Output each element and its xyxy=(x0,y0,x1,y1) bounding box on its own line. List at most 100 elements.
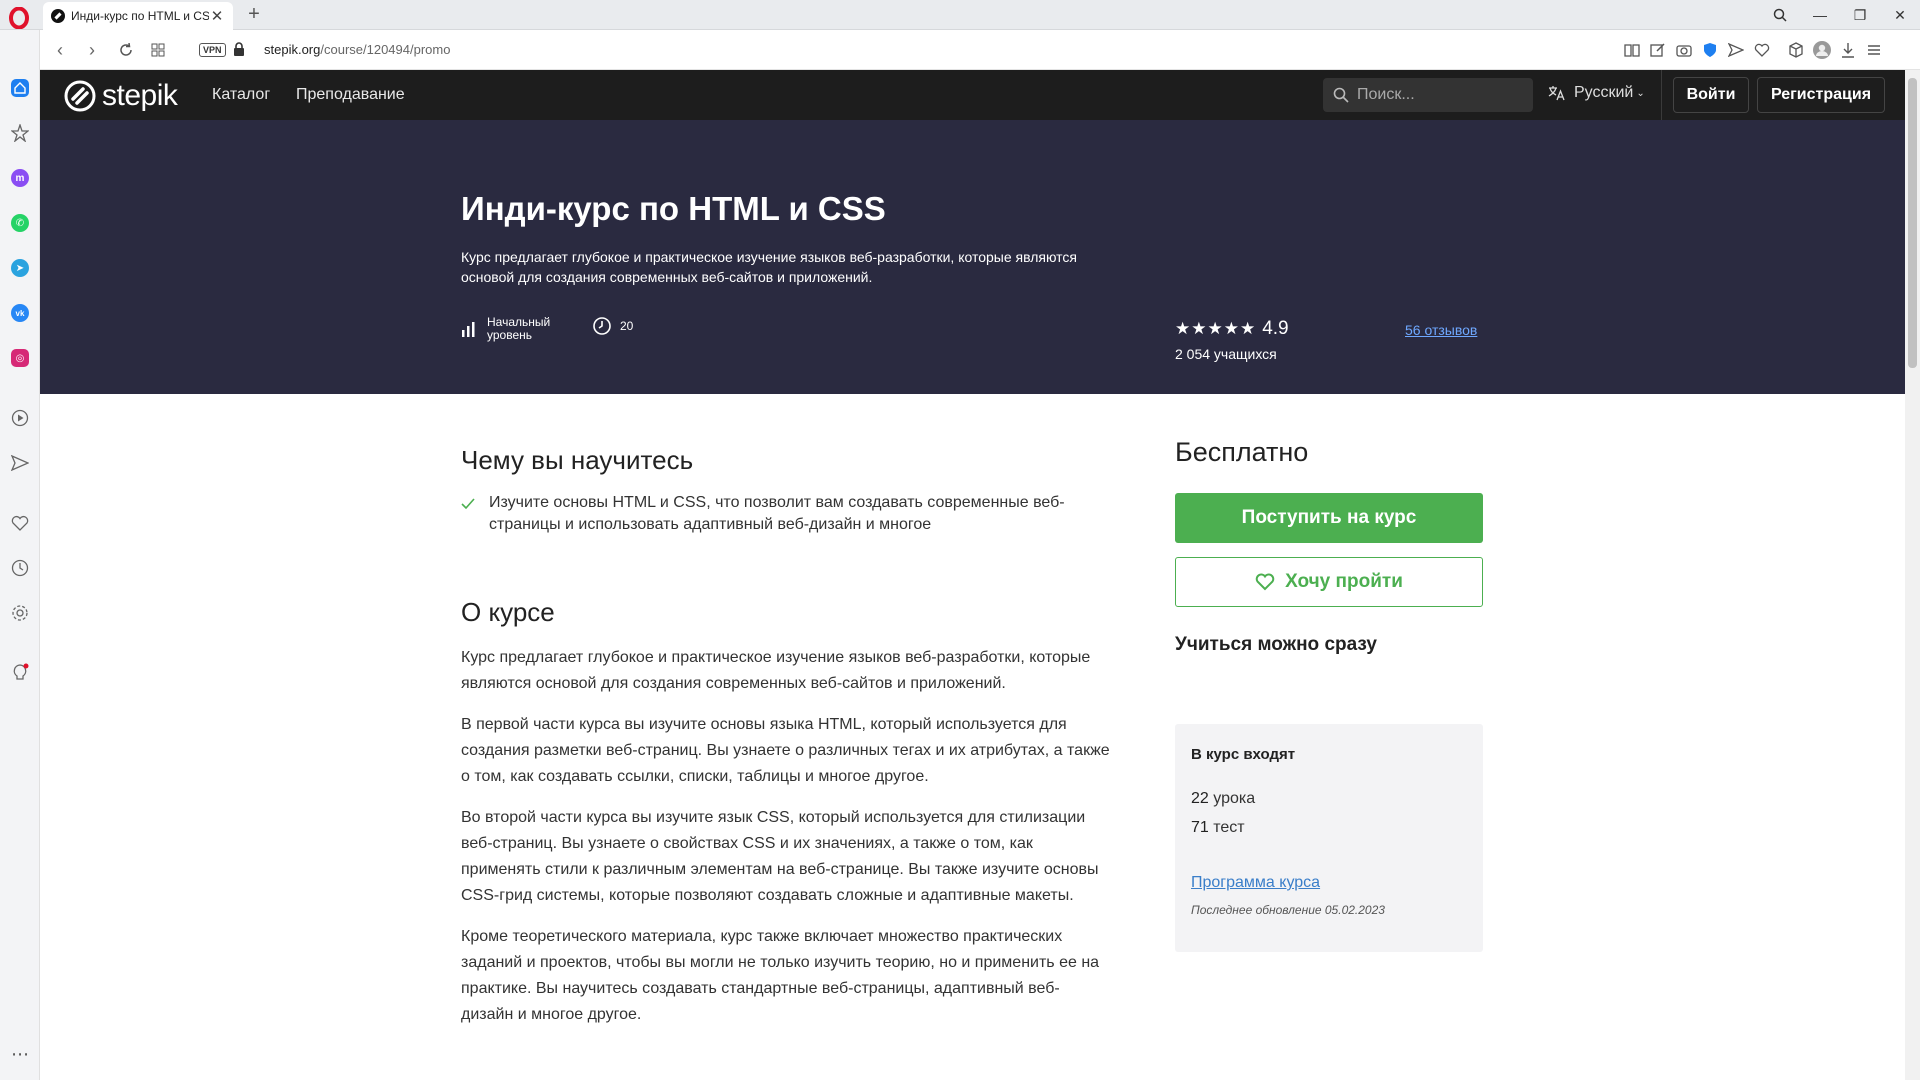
course-level: Начальный уровень xyxy=(461,316,550,342)
level-bars-icon xyxy=(462,322,475,337)
wishlist-button[interactable]: Хочу пройти xyxy=(1175,557,1483,607)
scrollbar-thumb[interactable] xyxy=(1908,78,1917,368)
site-header: stepik Каталог Преподавание Русский ⌄ Во… xyxy=(40,70,1905,120)
learn-list-item: Изучите основы HTML и CSS, что позволит … xyxy=(461,492,1101,536)
learn-heading: Чему вы научитесь xyxy=(461,445,694,475)
program-link[interactable]: Программа курса xyxy=(1191,874,1320,892)
vpn-badge[interactable]: VPN xyxy=(199,43,226,57)
lock-icon[interactable] xyxy=(233,42,245,56)
hours-value: 20 xyxy=(620,319,634,333)
shield-icon[interactable] xyxy=(1700,40,1720,60)
tab-close-icon[interactable]: ✕ xyxy=(209,7,225,25)
forward-button[interactable]: › xyxy=(80,38,104,62)
learners-count: 2 054 учащихся xyxy=(1175,346,1277,362)
tab-title: Инди-курс по HTML и CSS xyxy=(71,9,209,23)
new-tab-button[interactable]: + xyxy=(244,3,264,26)
sidebar-whatsapp-icon[interactable]: ✆ xyxy=(8,211,32,235)
register-button[interactable]: Регистрация xyxy=(1757,77,1885,113)
sidebar-telegram-icon[interactable]: ➤ xyxy=(8,256,32,280)
close-window-button[interactable]: ✕ xyxy=(1882,0,1918,30)
snapshot-icon[interactable] xyxy=(1674,40,1694,60)
minimize-button[interactable]: — xyxy=(1802,0,1838,30)
sidebar-history-icon[interactable] xyxy=(8,556,32,580)
chevron-down-icon: ⌄ xyxy=(1636,87,1645,99)
lessons-number: 22 xyxy=(1191,790,1209,807)
tab-strip: Инди-курс по HTML и CSS ✕ + — ❐ ✕ xyxy=(0,0,1920,30)
sidebar-tips-icon[interactable] xyxy=(8,661,32,685)
sidebar-heart-icon[interactable] xyxy=(8,511,32,535)
about-paragraph: Во второй части курса вы изучите язык CS… xyxy=(461,809,1099,904)
sidebar-player-icon[interactable] xyxy=(8,406,32,430)
about-paragraph: В первой части курса вы изучите основы я… xyxy=(461,716,1110,785)
profile-avatar-icon[interactable] xyxy=(1812,40,1832,60)
brand-name: stepik xyxy=(102,79,178,112)
opera-logo-icon[interactable] xyxy=(8,7,30,29)
download-icon[interactable] xyxy=(1838,40,1858,60)
extensions-cube-icon[interactable] xyxy=(1786,40,1806,60)
search-input[interactable] xyxy=(1357,86,1517,104)
opera-sidebar: m ✆ ➤ vk ◎ ⋯ xyxy=(0,30,40,1080)
nav-teaching[interactable]: Преподавание xyxy=(296,86,405,104)
about-paragraph: Курс предлагает глубокое и практическое … xyxy=(461,649,1091,692)
rating-value: 4.9 xyxy=(1262,318,1289,339)
lessons-count: 22 урока xyxy=(1191,790,1255,808)
sidebar-bookmarks-icon[interactable] xyxy=(8,121,32,145)
sidebar-more-icon[interactable]: ⋯ xyxy=(8,1042,32,1066)
stepik-logo-icon xyxy=(64,80,96,112)
url-host: stepik.org xyxy=(264,42,321,57)
rating-stars-icon: ★★★★★ xyxy=(1175,319,1257,338)
restore-button[interactable]: ❐ xyxy=(1842,0,1878,30)
clock-icon xyxy=(593,317,611,335)
course-title: Инди-курс по HTML и CSS xyxy=(461,190,886,227)
sidebar-home-icon[interactable] xyxy=(8,76,32,100)
back-button[interactable]: ‹ xyxy=(48,38,72,62)
page-scrollbar[interactable] xyxy=(1905,70,1920,1080)
web-page: stepik Каталог Преподавание Русский ⌄ Во… xyxy=(40,70,1905,1080)
course-hero: Инди-курс по HTML и CSS Курс предлагает … xyxy=(40,120,1905,394)
search-icon xyxy=(1333,87,1349,103)
tests-word: тест xyxy=(1213,819,1245,836)
url-path: /course/120494/promo xyxy=(320,42,451,57)
enroll-button[interactable]: Поступить на курс xyxy=(1175,493,1483,543)
nav-catalog[interactable]: Каталог xyxy=(212,86,270,104)
sidebar-instagram-icon[interactable]: ◎ xyxy=(8,346,32,370)
course-rating: ★★★★★ 4.9 xyxy=(1175,318,1289,340)
about-paragraph: Кроме теоретического материала, курс так… xyxy=(461,928,1100,1023)
reader-mode-icon[interactable] xyxy=(1622,40,1642,60)
heart-icon[interactable] xyxy=(1752,40,1772,60)
check-icon xyxy=(461,492,489,536)
tests-number: 71 xyxy=(1191,819,1209,836)
heart-icon xyxy=(1255,573,1275,591)
course-includes-box: В курс входят 22 урока 71 тест Программа… xyxy=(1175,724,1483,952)
login-button[interactable]: Войти xyxy=(1673,77,1749,113)
includes-title: В курс входят xyxy=(1191,746,1296,763)
course-short-description: Курс предлагает глубокое и практическое … xyxy=(461,249,1078,285)
sidebar-settings-icon[interactable] xyxy=(8,601,32,625)
easy-setup-menu-icon[interactable] xyxy=(1864,40,1884,60)
wishlist-label: Хочу пройти xyxy=(1285,571,1403,592)
learn-item-text: Изучите основы HTML и CSS, что позволит … xyxy=(489,494,1065,533)
browser-tab-active[interactable]: Инди-курс по HTML и CSS ✕ xyxy=(43,2,233,30)
sidebar-vk-icon[interactable]: vk xyxy=(8,301,32,325)
language-selector[interactable]: Русский ⌄ xyxy=(1548,84,1645,102)
header-divider xyxy=(1661,70,1662,120)
speed-dial-icon[interactable] xyxy=(146,38,170,62)
level-label-2: уровень xyxy=(487,328,533,342)
reload-button[interactable] xyxy=(114,38,138,62)
translate-icon xyxy=(1548,86,1565,101)
address-bar: ‹ › VPN stepik.org/course/120494/promo xyxy=(40,30,1920,70)
stepik-logo[interactable]: stepik xyxy=(64,79,178,113)
sidebar-messenger-icon[interactable]: m xyxy=(8,166,32,190)
stepik-favicon-icon xyxy=(51,9,65,23)
url-field[interactable]: stepik.org/course/120494/promo xyxy=(264,42,450,57)
language-label: Русский xyxy=(1574,84,1634,101)
lessons-word: урока xyxy=(1213,790,1256,807)
sidebar-send-icon[interactable] xyxy=(8,451,32,475)
reviews-link[interactable]: 56 отзывов xyxy=(1405,322,1477,338)
send-icon[interactable] xyxy=(1726,40,1746,60)
course-price: Бесплатно xyxy=(1175,437,1309,467)
tab-search-icon[interactable] xyxy=(1762,0,1798,30)
search-box[interactable] xyxy=(1323,78,1533,112)
edit-icon[interactable] xyxy=(1648,40,1668,60)
start-now-note: Учиться можно сразу xyxy=(1175,634,1377,655)
